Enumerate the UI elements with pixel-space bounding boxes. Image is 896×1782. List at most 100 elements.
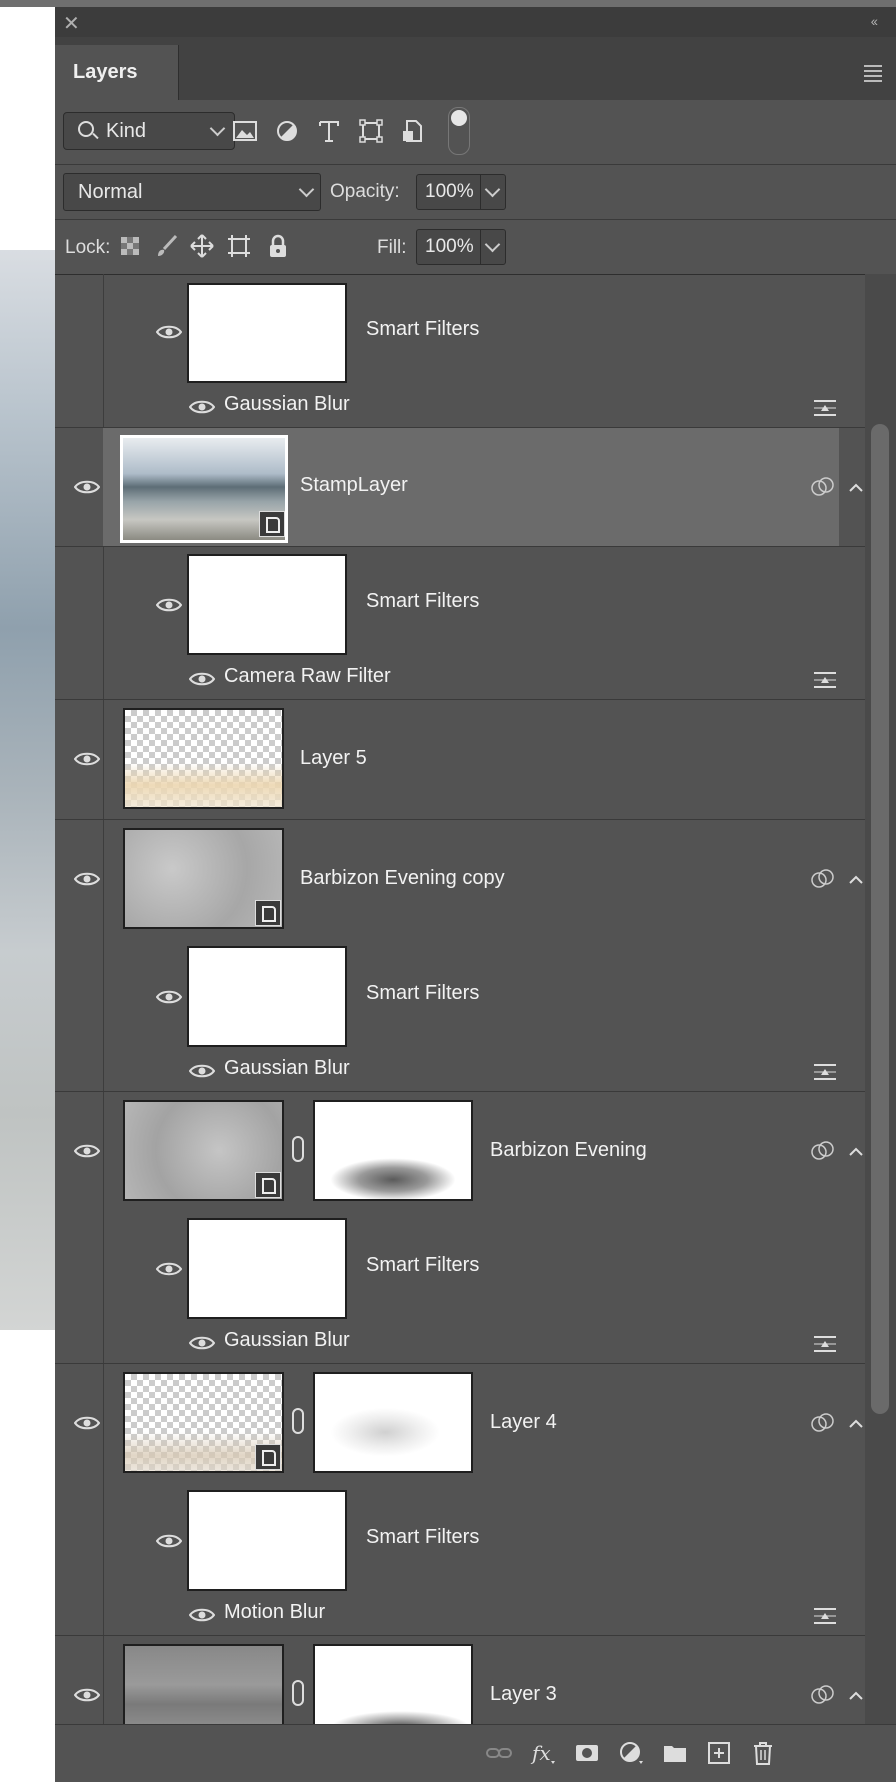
- eye-icon[interactable]: [74, 1687, 100, 1703]
- panel-menu-icon[interactable]: [864, 65, 882, 85]
- eye-icon[interactable]: [74, 1415, 100, 1431]
- smart-filter-mask-thumbnail[interactable]: [187, 946, 347, 1047]
- layer-name-barbizon[interactable]: Barbizon Evening: [490, 1139, 647, 1162]
- blend-mode-dropdown[interactable]: Normal: [63, 173, 321, 211]
- chevron-up-icon[interactable]: [846, 1146, 866, 1156]
- opacity-value: 100%: [425, 181, 474, 202]
- adjustment-layer-icon[interactable]: [617, 1739, 645, 1767]
- chevron-up-icon[interactable]: [846, 1690, 866, 1700]
- filter-blending-options-icon[interactable]: [813, 1607, 837, 1625]
- filter-blending-options-icon[interactable]: [813, 1335, 837, 1353]
- eye-icon[interactable]: [156, 597, 182, 613]
- layer-name-barbizon-copy[interactable]: Barbizon Evening copy: [300, 867, 505, 890]
- smart-filter-mask-thumbnail[interactable]: [187, 554, 347, 655]
- layer-name-layer3[interactable]: Layer 3: [490, 1683, 557, 1706]
- smart-object-filter-icon[interactable]: [399, 117, 427, 145]
- eye-icon[interactable]: [156, 1533, 182, 1549]
- filter-blending-options-icon[interactable]: [813, 1063, 837, 1081]
- smart-filters-label[interactable]: Smart Filters: [366, 1254, 479, 1277]
- smart-filter-mask-thumbnail[interactable]: [187, 1218, 347, 1319]
- layer-mask-thumbnail-layer4[interactable]: [313, 1372, 473, 1473]
- eye-icon[interactable]: [74, 871, 100, 887]
- smart-filters-label[interactable]: Smart Filters: [366, 982, 479, 1005]
- eye-icon[interactable]: [189, 671, 215, 687]
- eye-icon[interactable]: [156, 1261, 182, 1277]
- smart-filter-indicator-icon[interactable]: [810, 1685, 836, 1705]
- smart-filter-indicator-icon[interactable]: [810, 1413, 836, 1433]
- opacity-chevron-icon[interactable]: [484, 181, 501, 198]
- filter-blending-options-icon[interactable]: [813, 671, 837, 689]
- new-layer-icon[interactable]: [705, 1739, 733, 1767]
- eye-icon[interactable]: [74, 1143, 100, 1159]
- filter-name[interactable]: Gaussian Blur: [224, 393, 350, 416]
- layer-name-layer4[interactable]: Layer 4: [490, 1411, 557, 1434]
- eye-icon[interactable]: [156, 324, 182, 340]
- lock-all-icon[interactable]: [265, 233, 291, 259]
- image-filter-icon[interactable]: [231, 117, 259, 145]
- smart-object-icon: [259, 511, 285, 537]
- smart-filter-indicator-icon[interactable]: [810, 869, 836, 889]
- filter-kind-dropdown[interactable]: Kind: [63, 112, 235, 150]
- collapse-panel-icon[interactable]: ‹‹: [871, 13, 878, 29]
- opacity-field[interactable]: 100%: [416, 174, 506, 210]
- layer-name-stamplayer[interactable]: StampLayer: [300, 474, 408, 497]
- layer-mask-link-icon[interactable]: [292, 1136, 304, 1162]
- layer-thumbnail-layer5[interactable]: [123, 708, 284, 809]
- layer-name-layer5[interactable]: Layer 5: [300, 747, 367, 770]
- lock-transparent-pixels-icon[interactable]: [117, 233, 143, 259]
- layers-panel: ✕ ‹‹ Layers Kind Normal Opacity: 100% Lo…: [55, 7, 896, 1782]
- folder-icon[interactable]: [661, 1739, 689, 1767]
- smart-object-icon: [255, 900, 281, 926]
- chevron-up-icon[interactable]: [846, 1418, 866, 1428]
- fill-field[interactable]: 100%: [416, 229, 506, 265]
- type-filter-icon[interactable]: [315, 117, 343, 145]
- eye-icon[interactable]: [189, 1607, 215, 1623]
- smart-filter-mask-thumbnail[interactable]: [187, 1490, 347, 1591]
- eye-icon[interactable]: [189, 399, 215, 415]
- smart-filter-indicator-icon[interactable]: [810, 1141, 836, 1161]
- smart-object-icon: [255, 1172, 281, 1198]
- smart-filters-label[interactable]: Smart Filters: [366, 1526, 479, 1549]
- layer-mask-link-icon[interactable]: [292, 1680, 304, 1706]
- eye-icon[interactable]: [156, 989, 182, 1005]
- tab-layers[interactable]: Layers: [55, 45, 179, 100]
- lock-image-pixels-icon[interactable]: [154, 233, 180, 259]
- mask-icon[interactable]: [573, 1739, 601, 1767]
- eye-icon[interactable]: [74, 479, 100, 495]
- smart-filters-label[interactable]: Smart Filters: [366, 318, 479, 341]
- search-icon: [78, 121, 94, 137]
- eye-icon[interactable]: [189, 1063, 215, 1079]
- fx-icon[interactable]: fx: [529, 1739, 557, 1767]
- filter-toggle-switch[interactable]: [448, 107, 470, 155]
- blend-mode-value: Normal: [78, 181, 143, 203]
- filter-name[interactable]: Gaussian Blur: [224, 1057, 350, 1080]
- filter-name[interactable]: Gaussian Blur: [224, 1329, 350, 1352]
- panel-tab-row: Layers: [55, 37, 896, 100]
- trash-icon[interactable]: [749, 1739, 777, 1767]
- chevron-down-icon: [209, 120, 226, 137]
- layer-mask-thumbnail-barbizon[interactable]: [313, 1100, 473, 1201]
- eye-icon[interactable]: [74, 751, 100, 767]
- chevron-up-icon[interactable]: [846, 482, 866, 492]
- link-layers-icon[interactable]: [485, 1739, 513, 1767]
- layer-thumbnail-layer3[interactable]: [123, 1644, 284, 1724]
- smart-filters-label[interactable]: Smart Filters: [366, 590, 479, 613]
- adjustment-filter-icon[interactable]: [273, 117, 301, 145]
- scrollbar-thumb[interactable]: [871, 424, 889, 1414]
- fill-value: 100%: [425, 236, 474, 257]
- smart-filter-indicator-icon[interactable]: [810, 477, 836, 497]
- filter-name[interactable]: Camera Raw Filter: [224, 665, 391, 688]
- shape-filter-icon[interactable]: [357, 117, 385, 145]
- smart-filter-mask-thumbnail[interactable]: [187, 283, 347, 383]
- opacity-label: Opacity:: [330, 181, 400, 202]
- filter-name[interactable]: Motion Blur: [224, 1601, 325, 1624]
- layer-mask-link-icon[interactable]: [292, 1408, 304, 1434]
- fill-chevron-icon[interactable]: [484, 236, 501, 253]
- chevron-up-icon[interactable]: [846, 874, 866, 884]
- layer-mask-thumbnail-layer3[interactable]: [313, 1644, 473, 1724]
- filter-blending-options-icon[interactable]: [813, 399, 837, 417]
- lock-position-icon[interactable]: [189, 233, 215, 259]
- close-icon[interactable]: ✕: [63, 11, 80, 36]
- eye-icon[interactable]: [189, 1335, 215, 1351]
- lock-artboard-icon[interactable]: [226, 233, 252, 259]
